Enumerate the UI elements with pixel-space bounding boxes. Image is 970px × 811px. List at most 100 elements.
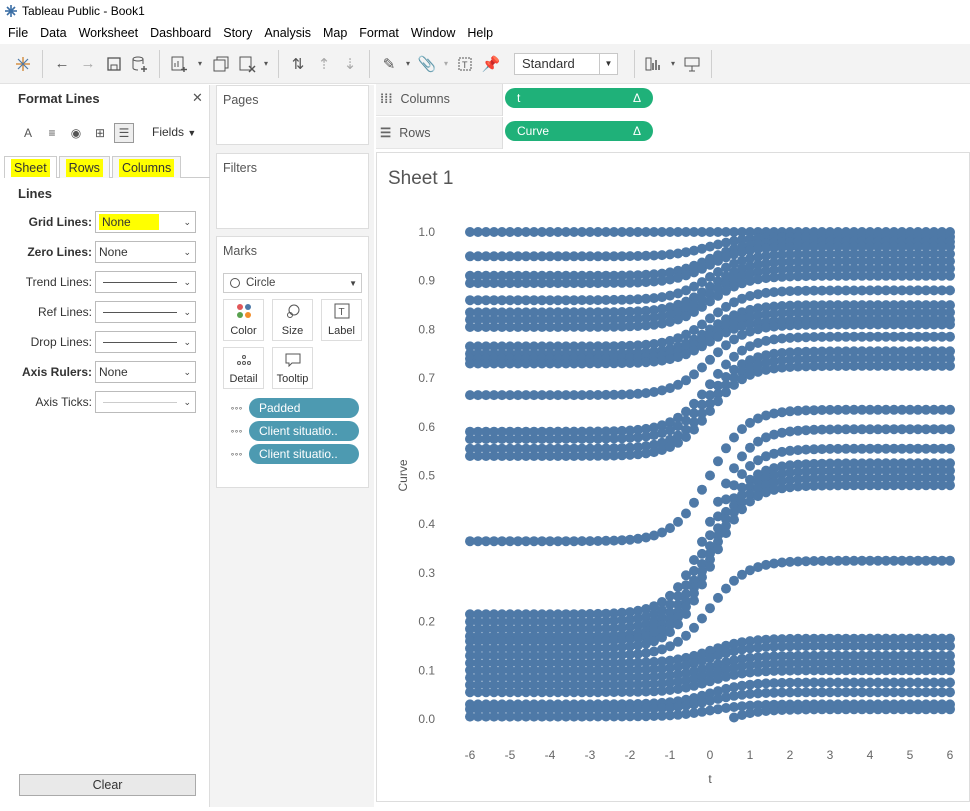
group-dropdown-icon[interactable]: ▾ <box>440 51 452 77</box>
detail-button-label: Detail <box>229 373 258 385</box>
grid-lines-select[interactable]: None ⌄ <box>95 211 196 233</box>
filters-card[interactable]: Filters <box>216 153 369 229</box>
curve-row-pill[interactable]: Curve Δ <box>505 121 653 141</box>
data-point <box>697 362 707 373</box>
format-borders-icon[interactable]: ⊞ <box>90 123 110 143</box>
data-point <box>945 270 955 281</box>
pages-card[interactable]: Pages <box>216 85 369 145</box>
y-tick-label: 1.0 <box>418 225 435 239</box>
mark-type-select[interactable]: Circle ▼ <box>223 273 362 293</box>
menu-data[interactable]: Data <box>40 26 74 40</box>
format-pane-title: Format Lines <box>18 91 100 106</box>
menu-file[interactable]: File <box>8 26 36 40</box>
color-button[interactable]: Color <box>223 299 264 341</box>
svg-text:T: T <box>338 307 344 318</box>
t-column-pill[interactable]: t Δ <box>505 88 653 108</box>
tab-rows[interactable]: Rows <box>58 156 110 178</box>
t-pill-label: t <box>517 91 521 105</box>
pages-card-title: Pages <box>223 93 259 107</box>
data-point <box>681 375 691 386</box>
grid-lines-value: None <box>99 214 159 230</box>
clear-dropdown-icon[interactable]: ▾ <box>260 51 272 77</box>
show-me-dropdown-icon[interactable]: ▾ <box>667 51 679 77</box>
chevron-down-icon: ⌄ <box>183 397 191 407</box>
tooltip-button[interactable]: Tooltip <box>272 347 313 389</box>
menu-analysis[interactable]: Analysis <box>264 26 319 40</box>
chevron-down-icon: ⌄ <box>183 337 191 347</box>
y-axis-title: Curve <box>396 459 410 491</box>
format-font-icon[interactable]: A <box>18 123 38 143</box>
clear-button[interactable]: Clear <box>19 774 196 796</box>
tableau-home-icon[interactable] <box>10 51 36 77</box>
redo-icon[interactable]: → <box>75 51 101 77</box>
curve-pill-label: Curve <box>517 124 550 138</box>
menu-story[interactable]: Story <box>223 26 260 40</box>
data-point <box>721 583 731 594</box>
format-shading-icon[interactable]: ◉ <box>66 123 86 143</box>
undo-icon[interactable]: ← <box>49 51 75 77</box>
data-point <box>705 406 715 416</box>
tooltip-icon <box>285 353 301 370</box>
color-button-label: Color <box>230 325 257 337</box>
x-tick-label: 0 <box>707 748 714 762</box>
fields-dropdown[interactable]: Fields ▼ <box>152 125 196 139</box>
tab-columns[interactable]: Columns <box>111 156 182 178</box>
axis-rulers-select[interactable]: None ⌄ <box>95 361 196 383</box>
close-icon[interactable]: ✕ <box>192 90 203 106</box>
menu-map[interactable]: Map <box>323 26 355 40</box>
drop-lines-select[interactable]: ⌄ <box>95 331 196 353</box>
fit-mode-select[interactable]: Standard ▼ <box>514 52 618 75</box>
scatter-plot[interactable]: 0.0 0.1 0.2 0.3 0.4 0.5 0.6 0.7 0.8 0.9 1.0 -6 -5 -4 -… <box>377 153 970 803</box>
menu-dashboard[interactable]: Dashboard <box>150 26 219 40</box>
presentation-mode-icon[interactable] <box>679 51 705 77</box>
zero-lines-select[interactable]: None ⌄ <box>95 241 196 263</box>
trend-lines-select[interactable]: ⌄ <box>95 271 196 293</box>
menu-worksheet[interactable]: Worksheet <box>79 26 147 40</box>
show-cards-icon[interactable] <box>641 51 667 77</box>
axis-ticks-select[interactable]: ⌄ <box>95 391 196 413</box>
data-point <box>729 514 739 525</box>
size-button-label: Size <box>281 325 304 337</box>
format-alignment-icon[interactable]: ≡ <box>42 123 62 143</box>
data-point <box>729 575 739 586</box>
highlight-dropdown-icon[interactable]: ▾ <box>402 51 414 77</box>
label-button[interactable]: T Label <box>321 299 362 341</box>
sort-ascending-icon[interactable]: ⇡ <box>311 51 337 77</box>
tab-sheet-label: Sheet <box>11 158 50 177</box>
menu-window[interactable]: Window <box>411 26 463 40</box>
menu-help[interactable]: Help <box>467 26 501 40</box>
new-worksheet-icon[interactable] <box>166 51 192 77</box>
padded-pill[interactable]: Padded <box>249 398 359 418</box>
save-icon[interactable] <box>101 51 127 77</box>
y-tick-label: 0.6 <box>418 420 435 434</box>
sort-descending-icon[interactable]: ⇣ <box>337 51 363 77</box>
rows-drop-area[interactable]: Curve Δ <box>502 117 970 149</box>
pin-axes-icon[interactable]: 📌 <box>478 51 504 77</box>
detail-button[interactable]: Detail <box>223 347 264 389</box>
menu-format[interactable]: Format <box>359 26 407 40</box>
x-tick-label: 6 <box>947 748 954 762</box>
ref-lines-select[interactable]: ⌄ <box>95 301 196 323</box>
data-point <box>681 609 691 619</box>
client-situation-pill-2[interactable]: Client situatio.. <box>249 444 359 464</box>
toolbar: ← → ▾ ▾ ⇅ ⇡ ⇣ ✎ ▾ 📎 ▾ T 📌 Standard ▼ ▾ <box>0 44 970 84</box>
duplicate-icon[interactable] <box>208 51 234 77</box>
show-mark-labels-icon[interactable]: T <box>452 51 478 77</box>
group-members-icon[interactable]: 📎 <box>414 51 440 77</box>
data-point <box>713 347 723 358</box>
size-button[interactable]: Size <box>272 299 313 341</box>
client-situation-pill-1[interactable]: Client situatio.. <box>249 421 359 441</box>
drop-lines-row: Drop Lines: ⌄ <box>0 331 210 353</box>
tab-sheet[interactable]: Sheet <box>4 156 57 178</box>
columns-drop-area[interactable]: t Δ <box>502 84 970 116</box>
format-lines-icon[interactable]: ☰ <box>114 123 134 143</box>
y-tick-label: 0.5 <box>418 469 435 483</box>
data-point <box>697 415 707 426</box>
new-data-source-icon[interactable] <box>127 51 153 77</box>
detail-dots-icon: ∘∘∘ <box>230 404 243 413</box>
label-icon: T <box>334 303 350 322</box>
highlight-icon[interactable]: ✎ <box>376 51 402 77</box>
swap-rows-columns-icon[interactable]: ⇅ <box>285 51 311 77</box>
clear-sheet-icon[interactable] <box>234 51 260 77</box>
duplicate-sheet-icon[interactable]: ▾ <box>192 51 208 77</box>
